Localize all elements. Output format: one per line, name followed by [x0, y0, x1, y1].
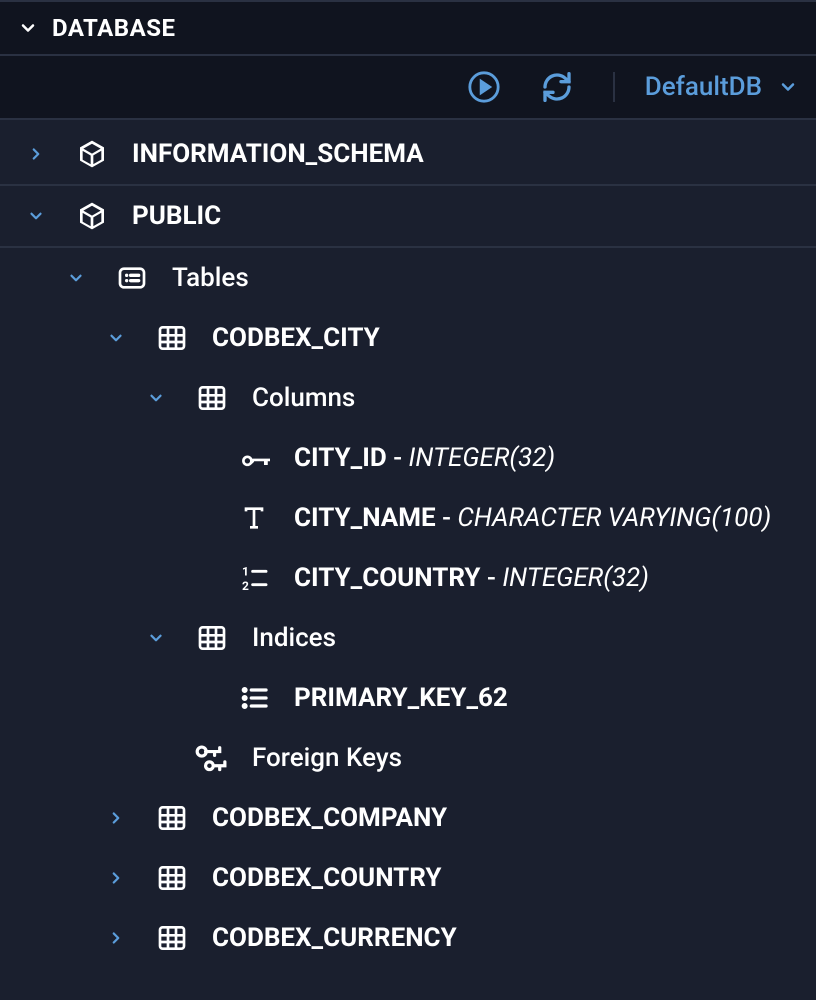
- table-icon: [152, 862, 192, 894]
- panel-title: DATABASE: [52, 14, 176, 42]
- chevron-down-icon: [144, 629, 168, 647]
- column-city-name[interactable]: CITY_NAME - CHARACTER VARYING(100): [0, 488, 816, 548]
- chevron-down-icon: [104, 329, 128, 347]
- chevron-down-icon: [18, 18, 38, 38]
- table-icon: [192, 382, 232, 414]
- svg-text:2: 2: [242, 579, 249, 593]
- chevron-down-icon: [144, 389, 168, 407]
- indices-label: Indices: [252, 623, 336, 653]
- schema-item-information-schema[interactable]: INFORMATION_SCHEMA: [0, 124, 816, 186]
- play-icon[interactable]: [467, 70, 501, 104]
- index-label: PRIMARY_KEY_62: [294, 683, 508, 713]
- foreign-key-icon: [192, 742, 232, 774]
- chevron-down-icon: [64, 269, 88, 287]
- table-icon: [152, 802, 192, 834]
- schema-label: PUBLIC: [132, 201, 221, 231]
- schema-label: INFORMATION_SCHEMA: [132, 139, 424, 169]
- table-label: CODBEX_CITY: [212, 323, 380, 353]
- table-item-codbex-city[interactable]: CODBEX_CITY: [0, 308, 816, 368]
- tables-label: Tables: [172, 263, 249, 293]
- database-toolbar: DefaultDB: [0, 56, 816, 120]
- schema-item-public[interactable]: PUBLIC: [0, 186, 816, 248]
- cube-icon: [72, 138, 112, 170]
- text-icon: [234, 502, 274, 534]
- cube-icon: [72, 200, 112, 232]
- columns-label: Columns: [252, 383, 355, 413]
- table-label: CODBEX_CURRENCY: [212, 923, 457, 953]
- bullet-list-icon: [234, 682, 274, 714]
- chevron-right-icon: [104, 869, 128, 887]
- key-icon: [234, 442, 274, 474]
- table-item-codbex-currency[interactable]: CODBEX_CURRENCY: [0, 908, 816, 968]
- column-label: CITY_NAME - CHARACTER VARYING(100): [294, 503, 771, 533]
- chevron-right-icon: [104, 809, 128, 827]
- tables-group[interactable]: Tables: [0, 248, 816, 308]
- table-item-codbex-country[interactable]: CODBEX_COUNTRY: [0, 848, 816, 908]
- toolbar-actions: [467, 70, 573, 104]
- table-label: CODBEX_COMPANY: [212, 803, 447, 833]
- list-icon: [112, 262, 152, 294]
- table-item-codbex-company[interactable]: CODBEX_COMPANY: [0, 788, 816, 848]
- svg-text:1: 1: [242, 564, 249, 578]
- column-label: CITY_ID - INTEGER(32): [294, 443, 555, 473]
- database-selector[interactable]: DefaultDB: [613, 72, 798, 102]
- database-tree: INFORMATION_SCHEMA PUBLIC Tables CODBEX_…: [0, 120, 816, 968]
- selected-database: DefaultDB: [645, 72, 762, 102]
- table-label: CODBEX_COUNTRY: [212, 863, 441, 893]
- columns-group[interactable]: Columns: [0, 368, 816, 428]
- foreign-keys-label: Foreign Keys: [252, 743, 402, 773]
- chevron-right-icon: [24, 145, 48, 163]
- column-city-id[interactable]: CITY_ID - INTEGER(32): [0, 428, 816, 488]
- index-primary-key-62[interactable]: PRIMARY_KEY_62: [0, 668, 816, 728]
- database-panel-header[interactable]: DATABASE: [0, 0, 816, 56]
- chevron-right-icon: [104, 929, 128, 947]
- foreign-keys-group[interactable]: Foreign Keys: [0, 728, 816, 788]
- chevron-down-icon: [24, 207, 48, 225]
- column-label: CITY_COUNTRY - INTEGER(32): [294, 563, 649, 593]
- indices-group[interactable]: Indices: [0, 608, 816, 668]
- refresh-icon[interactable]: [541, 71, 573, 103]
- table-icon: [152, 922, 192, 954]
- column-city-country[interactable]: 12 CITY_COUNTRY - INTEGER(32): [0, 548, 816, 608]
- table-icon: [152, 322, 192, 354]
- number-icon: 12: [234, 562, 274, 594]
- chevron-down-icon: [778, 77, 798, 97]
- table-icon: [192, 622, 232, 654]
